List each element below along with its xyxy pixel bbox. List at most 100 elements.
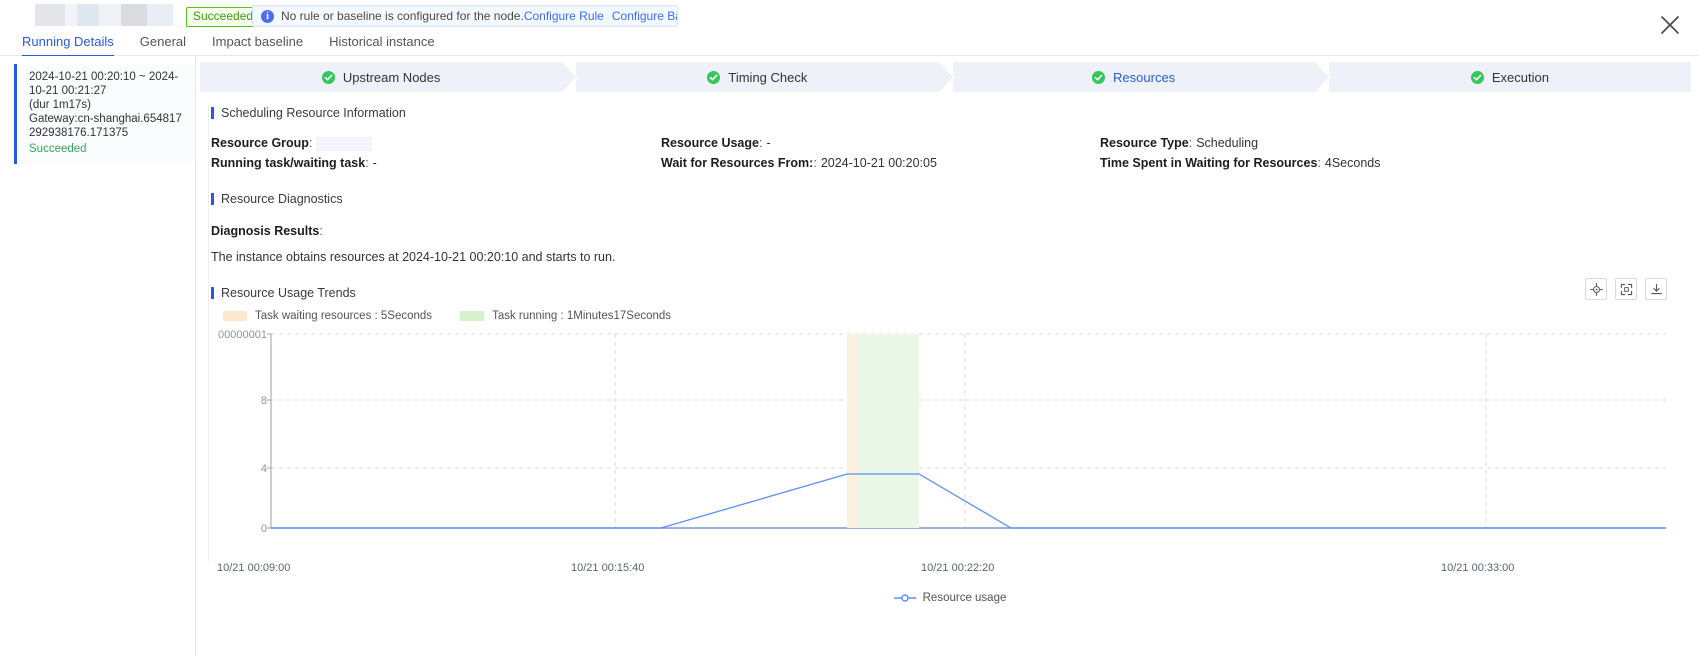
field-colon: : — [758, 136, 763, 150]
section-title-text: Resource Usage Trends — [221, 286, 356, 300]
field-colon: : — [1317, 156, 1321, 170]
field-wait-for-resources-from: Wait for Resources From:: 2024-10-21 00:2… — [661, 156, 937, 170]
run-duration: (dur 1m17s) — [29, 99, 91, 111]
field-colon: : — [319, 224, 323, 238]
step-execution[interactable]: Execution — [1328, 62, 1691, 92]
field-value: Scheduling — [1196, 136, 1259, 150]
section-accent-bar — [211, 193, 214, 205]
field-label: Resource Group — [211, 136, 309, 150]
download-icon[interactable] — [1645, 278, 1667, 300]
section-scheduling-resource-information: Scheduling Resource Information — [211, 106, 1689, 120]
resource-usage-chart[interactable]: 00000001 8 4 0 — [211, 326, 1671, 562]
run-gateway: Gateway:cn-shanghai.654817292938176.1713… — [29, 113, 182, 139]
field-label: Resource Type — [1100, 136, 1189, 150]
chart-toolbar — [1585, 278, 1667, 300]
tab-historical-instance[interactable]: Historical instance — [329, 31, 435, 57]
section-title-text: Scheduling Resource Information — [221, 106, 406, 120]
step-label: Upstream Nodes — [342, 69, 441, 85]
legend-label: Task running : 1Minutes17Seconds — [492, 310, 672, 322]
check-circle-icon — [707, 70, 721, 84]
scheduling-info-grid: Resource Group: Running task/waiting tas… — [211, 136, 1689, 180]
legend-task-waiting-resources[interactable]: Task waiting resources : 5Seconds — [223, 310, 432, 322]
field-time-spent-waiting: Time Spent in Waiting for Resources: 4Sec… — [1100, 156, 1381, 170]
run-time-range: 2024-10-21 00:20:10 ~ 2024-10-21 00:21:2… — [29, 71, 179, 97]
tab-impact-baseline[interactable]: Impact baseline — [212, 31, 303, 57]
band-task-running — [857, 334, 919, 528]
legend-label: Task waiting resources : 5Seconds — [255, 310, 433, 322]
chart-band-legend: Task waiting resources : 5Seconds Task r… — [211, 310, 1689, 322]
section-resource-diagnostics: Resource Diagnostics — [211, 192, 1689, 206]
y-tick-label-top: 00000001 — [218, 329, 267, 341]
field-label: Resource Usage — [661, 136, 759, 150]
section-resource-usage-trends: Resource Usage Trends — [211, 286, 1689, 300]
target-icon[interactable] — [1585, 278, 1607, 300]
check-circle-icon — [1092, 70, 1106, 84]
check-circle-icon — [1470, 70, 1484, 84]
resources-panel: Scheduling Resource Information Resource… — [208, 106, 1689, 604]
configure-rule-link[interactable]: Configure Rule — [524, 9, 604, 23]
field-colon: : — [308, 136, 313, 150]
field-resource-usage: Resource Usage: - — [661, 136, 771, 150]
legend-task-running[interactable]: Task running : 1Minutes17Seconds — [460, 310, 671, 322]
field-value: - — [372, 156, 377, 170]
diagnosis-results-row: Diagnosis Results: — [211, 224, 1689, 238]
field-colon: : — [365, 156, 369, 170]
field-resource-type: Resource Type: Scheduling — [1100, 136, 1258, 150]
tab-bar: Running Details General Impact baseline … — [22, 31, 435, 57]
x-tick-label: 10/21 00:22:20 — [921, 562, 995, 574]
instance-detail-page: Succeeded i No rule or baseline is confi… — [0, 0, 1699, 656]
main-content: Upstream Nodes Timing Check Resources Ex… — [196, 56, 1699, 656]
chart-plot-area[interactable]: 00000001 8 4 0 10/21 00:09:00 10/21 00:1… — [211, 326, 1689, 604]
run-list-item[interactable]: 2024-10-21 00:20:10 ~ 2024-10-21 00:21:2… — [14, 64, 193, 164]
field-label: Time Spent in Waiting for Resources — [1100, 156, 1318, 170]
diagnosis-results-label: Diagnosis Results — [211, 224, 320, 238]
notice-message: No rule or baseline is configured for th… — [281, 9, 524, 23]
step-label: Resources — [1113, 69, 1176, 85]
legend-swatch-waiting — [223, 311, 247, 321]
step-upstream-nodes[interactable]: Upstream Nodes — [200, 62, 579, 92]
section-accent-bar — [211, 287, 214, 299]
section-accent-bar — [211, 107, 214, 119]
field-value: 2024-10-21 00:20:05 — [820, 156, 937, 170]
band-task-waiting-resources — [847, 334, 857, 528]
configure-baseline-link[interactable]: Configure Baseline — [612, 9, 677, 23]
close-icon[interactable] — [1657, 12, 1683, 38]
page-body: 2024-10-21 00:20:10 ~ 2024-10-21 00:21:2… — [0, 56, 1699, 656]
field-colon: : — [813, 156, 817, 170]
x-tick-label: 10/21 00:09:00 — [217, 562, 291, 574]
masked-node-title — [35, 4, 173, 26]
field-value: 4Seconds — [1324, 156, 1381, 170]
resource-usage-trends: Resource Usage Trends Task waiting resou… — [211, 278, 1689, 604]
check-circle-icon — [321, 70, 335, 84]
tab-general[interactable]: General — [140, 31, 186, 57]
y-tick-label-0: 0 — [261, 523, 267, 535]
y-tick-label-4: 4 — [261, 463, 267, 475]
tab-running-details[interactable]: Running Details — [22, 31, 114, 57]
step-timing-check[interactable]: Timing Check — [576, 62, 955, 92]
legend-line-marker — [893, 593, 916, 603]
step-resources[interactable]: Resources — [952, 62, 1332, 92]
section-title-text: Resource Diagnostics — [221, 192, 343, 206]
x-tick-label: 10/21 00:33:00 — [1441, 562, 1515, 574]
legend-series-label: Resource usage — [922, 592, 1007, 604]
masked-value — [316, 136, 373, 151]
page-header: Succeeded i No rule or baseline is confi… — [0, 0, 1699, 57]
series-resource-usage — [271, 473, 1666, 529]
step-label: Execution — [1491, 69, 1549, 85]
field-colon: : — [1188, 136, 1193, 150]
field-label: Wait for Resources From: — [661, 156, 814, 170]
field-running-waiting-task: Running task/waiting task: - — [211, 156, 377, 170]
y-tick-label-8: 8 — [261, 395, 267, 407]
field-resource-group: Resource Group: — [211, 136, 373, 151]
diagnosis-results-text: The instance obtains resources at 2024-1… — [211, 250, 616, 264]
fullscreen-icon[interactable] — [1615, 278, 1637, 300]
field-value: - — [766, 136, 771, 150]
legend-swatch-running — [460, 311, 485, 321]
notice-banner: i No rule or baseline is configured for … — [252, 5, 678, 27]
chart-series-legend[interactable]: Resource usage — [211, 592, 1689, 604]
run-status: Succeeded — [29, 143, 87, 155]
run-list-sidebar: 2024-10-21 00:20:10 ~ 2024-10-21 00:21:2… — [0, 56, 196, 656]
status-badge: Succeeded — [186, 7, 261, 27]
step-label: Timing Check — [728, 69, 808, 85]
x-tick-label: 10/21 00:15:40 — [571, 562, 645, 574]
